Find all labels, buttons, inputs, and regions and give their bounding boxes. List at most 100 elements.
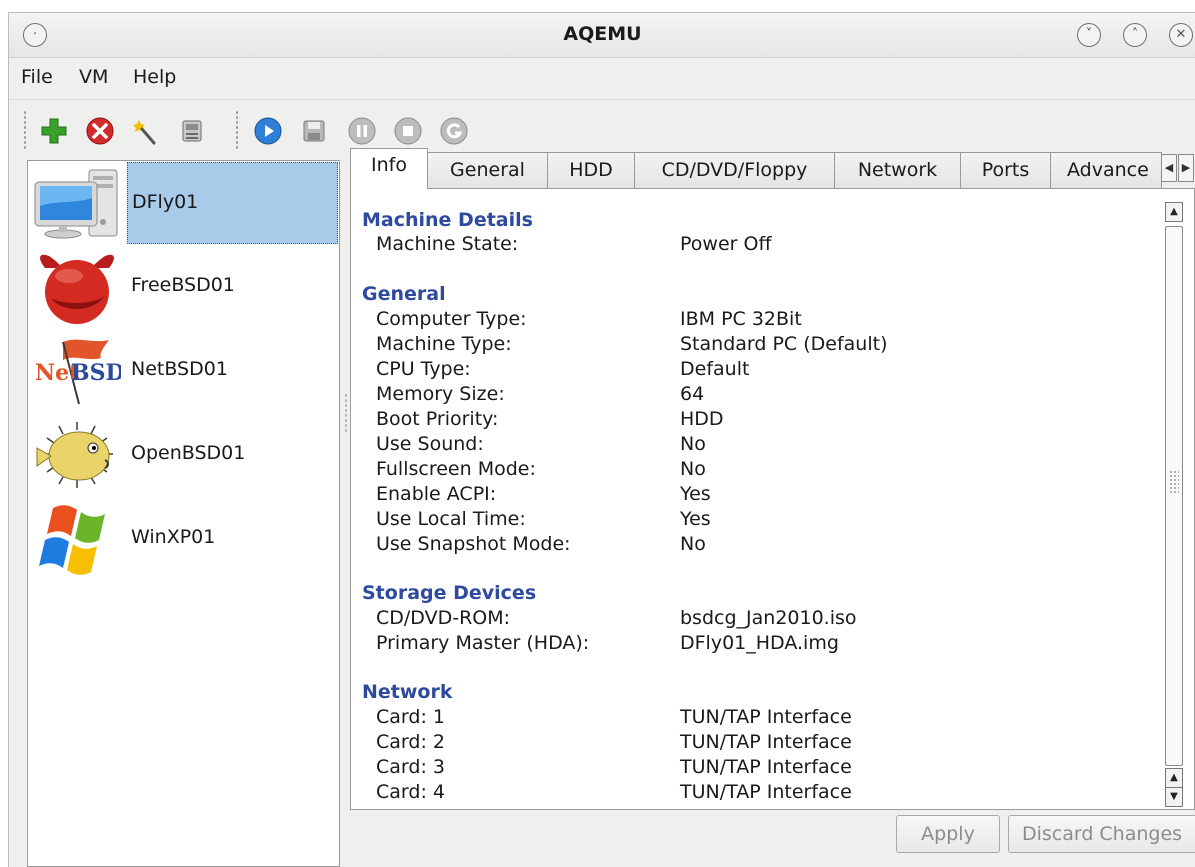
openbsd-icon xyxy=(33,418,121,494)
section-network: Network xyxy=(362,681,453,703)
vm-item-winxp01[interactable]: WinXP01 xyxy=(29,498,339,582)
row-label: Card: 2 xyxy=(376,731,445,753)
tab-ports[interactable]: Ports xyxy=(960,152,1051,188)
maximize-button[interactable]: ˄ xyxy=(1123,23,1147,47)
wizard-icon[interactable] xyxy=(131,116,161,146)
menu-vm[interactable]: VM xyxy=(79,66,108,88)
row-value: IBM PC 32Bit xyxy=(680,308,802,330)
row-label: CD/DVD-ROM: xyxy=(376,607,511,629)
row-label: Machine Type: xyxy=(376,333,512,355)
row-value: HDD xyxy=(680,408,724,430)
vm-label-box: NetBSD01 xyxy=(127,330,338,412)
apply-button[interactable]: Apply xyxy=(896,815,1000,853)
delete-vm-icon[interactable] xyxy=(85,116,115,146)
save-icon[interactable] xyxy=(299,116,329,146)
row-value: Default xyxy=(680,358,750,380)
row-label: Enable ACPI: xyxy=(376,483,497,505)
row-label: CPU Type: xyxy=(376,358,471,380)
row-value: bsdcg_Jan2010.iso xyxy=(680,607,857,629)
menu-vm-label: VM xyxy=(79,66,109,88)
tab-network[interactable]: Network xyxy=(834,152,961,188)
manager-icon[interactable] xyxy=(177,116,207,146)
tab-cd-dvd-floppy[interactable]: CD/DVD/Floppy xyxy=(634,152,835,188)
vm-list[interactable]: DFly01 FreeBSD01 Net BSD NetBSD01 OpenBS… xyxy=(27,160,340,867)
section-machine-details: Machine Details xyxy=(362,209,533,231)
toolbar-grip[interactable] xyxy=(23,110,27,150)
svg-text:BSD: BSD xyxy=(71,360,121,386)
vm-label-box: OpenBSD01 xyxy=(127,414,338,496)
row-value: TUN/TAP Interface xyxy=(680,781,852,803)
toolbar-grip-2[interactable] xyxy=(235,110,239,150)
row-label: Fullscreen Mode: xyxy=(376,458,536,480)
vm-label-box: WinXP01 xyxy=(127,498,338,580)
row-value: TUN/TAP Interface xyxy=(680,706,852,728)
row-label: Primary Master (HDA): xyxy=(376,632,590,654)
scroll-up-icon-2[interactable]: ▲ xyxy=(1165,768,1183,788)
start-icon[interactable] xyxy=(253,116,283,146)
vm-item-openbsd01[interactable]: OpenBSD01 xyxy=(29,414,339,498)
row-value: No xyxy=(680,533,706,555)
row-value: TUN/TAP Interface xyxy=(680,731,852,753)
row-label: Boot Priority: xyxy=(376,408,499,430)
tab-scroll-right-icon[interactable]: ▶ xyxy=(1178,154,1194,182)
menu-help[interactable]: Help xyxy=(133,66,176,88)
row-value: Yes xyxy=(680,483,711,505)
tab-scroll-left-icon[interactable]: ◀ xyxy=(1161,154,1177,182)
freebsd-icon xyxy=(33,250,121,326)
vm-label-box: FreeBSD01 xyxy=(127,246,338,328)
tab-hdd[interactable]: HDD xyxy=(547,152,635,188)
pause-icon[interactable] xyxy=(347,116,377,146)
vm-item-freebsd01[interactable]: FreeBSD01 xyxy=(29,246,339,330)
row-label: Card: 4 xyxy=(376,781,445,803)
tab-bar: Info General HDD CD/DVD/Floppy Network P… xyxy=(350,148,1195,189)
row-value: DFly01_HDA.img xyxy=(680,632,839,654)
row-label: Use Sound: xyxy=(376,433,484,455)
row-value: No xyxy=(680,433,706,455)
row-label: Use Snapshot Mode: xyxy=(376,533,571,555)
row-value: Standard PC (Default) xyxy=(680,333,888,355)
window-title: AQEMU xyxy=(563,23,642,45)
row-label: Memory Size: xyxy=(376,383,505,405)
minimize-button[interactable]: ˅ xyxy=(1077,23,1101,47)
row-value: No xyxy=(680,458,706,480)
menu-help-label: Help xyxy=(133,66,177,88)
row-label: Machine State: xyxy=(376,233,519,255)
windows-icon xyxy=(33,502,121,578)
close-button[interactable]: ✕ xyxy=(1169,23,1193,47)
netbsd-icon: Net BSD xyxy=(33,334,125,410)
tab-info[interactable]: Info xyxy=(350,148,428,189)
row-value: Power Off xyxy=(680,233,772,255)
stop-icon[interactable] xyxy=(393,116,423,146)
section-general: General xyxy=(362,283,446,305)
vm-name: WinXP01 xyxy=(131,526,216,548)
reset-icon[interactable] xyxy=(439,116,469,146)
row-label: Card: 1 xyxy=(376,706,445,728)
scroll-down-icon[interactable]: ▼ xyxy=(1165,787,1183,807)
menu-bar: File VM Help xyxy=(9,58,1195,98)
row-label: Computer Type: xyxy=(376,308,527,330)
row-label: Card: 3 xyxy=(376,756,445,778)
discard-changes-button[interactable]: Discard Changes xyxy=(1008,815,1195,853)
vm-label-box: DFly01 xyxy=(127,162,338,244)
tab-advanced[interactable]: Advance xyxy=(1050,152,1162,188)
vm-name: FreeBSD01 xyxy=(131,274,235,296)
vm-item-dfly01[interactable]: DFly01 xyxy=(29,162,339,246)
tab-general[interactable]: General xyxy=(427,152,548,188)
add-vm-icon[interactable] xyxy=(39,116,69,146)
splitter-handle[interactable] xyxy=(344,393,348,433)
computer-icon xyxy=(33,166,121,242)
row-value: TUN/TAP Interface xyxy=(680,756,852,778)
scroll-up-icon[interactable]: ▲ xyxy=(1165,202,1183,222)
row-label: Use Local Time: xyxy=(376,508,526,530)
vm-name: DFly01 xyxy=(132,191,199,213)
menu-file-label: File xyxy=(21,66,53,88)
section-storage-devices: Storage Devices xyxy=(362,582,537,604)
row-value: Yes xyxy=(680,508,711,530)
title-bar: · AQEMU ˅ ˄ ✕ xyxy=(9,13,1195,58)
scrollbar-grip xyxy=(1169,470,1179,494)
info-scrollbar[interactable]: ▲ ▲ ▼ xyxy=(1163,200,1185,807)
vm-item-netbsd01[interactable]: Net BSD NetBSD01 xyxy=(29,330,339,414)
vm-name: NetBSD01 xyxy=(131,358,228,380)
menu-file[interactable]: File xyxy=(21,66,53,88)
scrollbar-thumb[interactable] xyxy=(1165,226,1183,766)
